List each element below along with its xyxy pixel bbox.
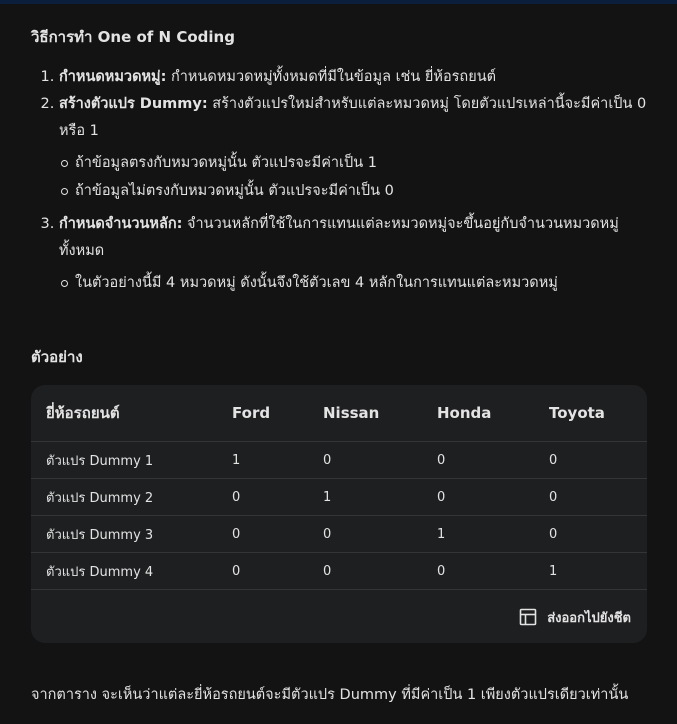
column-header: Honda: [422, 385, 534, 442]
response-content: วิธีการทำ One of N Coding กำหนดหมวดหมู่:…: [31, 26, 647, 297]
table-row: ตัวแปร Dummy 4 0 0 0 1: [31, 552, 647, 590]
column-header: Toyota: [534, 385, 647, 442]
step-text: กำหนดหมวดหมู่ทั้งหมดที่มีในข้อมูล เช่น ย…: [166, 69, 497, 85]
table-footer: ส่งออกไปยังชีต: [31, 591, 647, 643]
dummy-table: ยี่ห้อรถยนต์ Ford Nissan Honda Toyota ตั…: [31, 385, 647, 590]
table-cell: 0: [534, 478, 647, 516]
table-cell: 1: [534, 552, 647, 590]
table-row: ตัวแปร Dummy 2 0 1 0 0: [31, 478, 647, 516]
sub-list-item: ถ้าข้อมูลไม่ตรงกับหมวดหมู่นั้น ตัวแปรจะม…: [61, 177, 647, 205]
table-row: ตัวแปร Dummy 1 1 0 0 0: [31, 441, 647, 479]
table-row: ตัวแปร Dummy 3 0 0 1 0: [31, 515, 647, 553]
table-cell: ตัวแปร Dummy 3: [31, 515, 217, 553]
sub-list-item: ในตัวอย่างนี้มี 4 หมวดหมู่ ดังนั้นจึงใช้…: [61, 269, 647, 297]
top-strip: [0, 0, 677, 4]
table-cell: 1: [308, 478, 422, 516]
table-cell: 0: [308, 552, 422, 590]
step-item: กำหนดหมวดหมู่: กำหนดหมวดหมู่ทั้งหมดที่มี…: [59, 64, 647, 91]
export-label: ส่งออกไปยังชีต: [547, 610, 631, 626]
table-cell: 1: [422, 515, 534, 553]
table-cell: 0: [422, 441, 534, 479]
table-cell: 0: [217, 515, 308, 553]
table-header-row: ยี่ห้อรถยนต์ Ford Nissan Honda Toyota: [31, 385, 647, 442]
section-heading: วิธีการทำ One of N Coding: [31, 28, 235, 46]
table-cell: 0: [308, 441, 422, 479]
step-title: กำหนดจำนวนหลัก:: [59, 216, 183, 232]
table-cell: ตัวแปร Dummy 1: [31, 441, 217, 479]
table-cell: 1: [217, 441, 308, 479]
column-header: Nissan: [308, 385, 422, 442]
table-cell: 0: [308, 515, 422, 553]
table-grid-icon: [519, 608, 537, 626]
step-title: กำหนดหมวดหมู่:: [59, 69, 167, 85]
sub-list: ถ้าข้อมูลตรงกับหมวดหมู่นั้น ตัวแปรจะมีค่…: [59, 149, 647, 205]
table-cell: 0: [534, 515, 647, 553]
table-cell: ตัวแปร Dummy 2: [31, 478, 217, 516]
table-cell: 0: [534, 441, 647, 479]
example-heading: ตัวอย่าง: [31, 348, 83, 366]
table-cell: 0: [217, 552, 308, 590]
table-cell: 0: [422, 478, 534, 516]
sub-list-item: ถ้าข้อมูลตรงกับหมวดหมู่นั้น ตัวแปรจะมีค่…: [61, 149, 647, 177]
table-card: ยี่ห้อรถยนต์ Ford Nissan Honda Toyota ตั…: [31, 385, 647, 643]
export-to-sheets-button[interactable]: ส่งออกไปยังชีต: [519, 602, 631, 632]
table-cell: 0: [422, 552, 534, 590]
summary-text: จากตาราง จะเห็นว่าแต่ละยี่ห้อรถยนต์จะมีต…: [31, 687, 629, 703]
steps-list: กำหนดหมวดหมู่: กำหนดหมวดหมู่ทั้งหมดที่มี…: [31, 64, 647, 297]
step-title: สร้างตัวแปร Dummy:: [59, 96, 208, 112]
column-header: Ford: [217, 385, 308, 442]
table-cell: ตัวแปร Dummy 4: [31, 552, 217, 590]
sub-list: ในตัวอย่างนี้มี 4 หมวดหมู่ ดังนั้นจึงใช้…: [59, 269, 647, 297]
step-item: กำหนดจำนวนหลัก: จำนวนหลักที่ใช้ในการแทนแ…: [59, 211, 647, 297]
step-item: สร้างตัวแปร Dummy: สร้างตัวแปรใหม่สำหรับ…: [59, 91, 647, 205]
column-header: ยี่ห้อรถยนต์: [31, 385, 217, 442]
table-cell: 0: [217, 478, 308, 516]
